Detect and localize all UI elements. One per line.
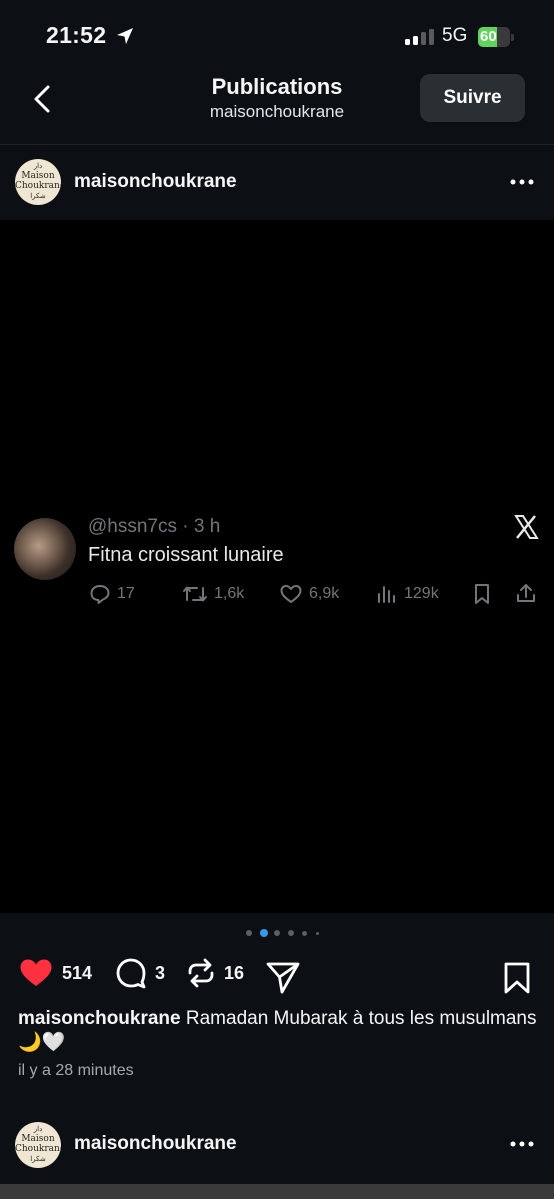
- battery-icon: 60: [478, 27, 514, 47]
- status-bar: 21:52 5G 60: [0, 0, 554, 70]
- carousel-dot: [274, 930, 280, 936]
- comment-button[interactable]: 3: [115, 952, 165, 994]
- heart-filled-icon: [20, 959, 52, 986]
- post-media[interactable]: @hssn7cs · 3 h Fitna croissant lunaire 1…: [0, 220, 554, 913]
- post-caption: maisonchoukrane Ramadan Mubarak à tous l…: [18, 1007, 538, 1055]
- tweet-time: · 3 h: [182, 516, 221, 537]
- page-header: Publications maisonchoukrane Suivre: [0, 70, 554, 145]
- send-icon[interactable]: [265, 957, 301, 999]
- next-post-username[interactable]: maisonchoukrane: [74, 1133, 237, 1155]
- tweet-replies: 17: [89, 582, 135, 606]
- like-button[interactable]: 514: [18, 952, 92, 994]
- like-count: 514: [62, 962, 93, 983]
- more-options-icon[interactable]: [510, 1139, 534, 1149]
- next-post-media-edge: [0, 1184, 554, 1199]
- carousel-dot: [302, 930, 307, 936]
- tweet-views: 129k: [376, 582, 439, 606]
- views-chart-icon: [378, 586, 395, 603]
- repost-icon: [188, 958, 214, 988]
- tweet-handle-line: @hssn7cs · 3 h: [88, 516, 220, 538]
- network-type: 5G: [442, 25, 468, 46]
- post-username[interactable]: maisonchoukrane: [74, 171, 237, 193]
- battery-percent: 60: [480, 28, 497, 45]
- reply-icon: [90, 585, 110, 604]
- post-timestamp: il y a 28 minutes: [18, 1062, 134, 1079]
- more-options-icon[interactable]: [510, 177, 534, 187]
- caption-username[interactable]: maisonchoukrane: [18, 1008, 181, 1029]
- post-header: دار Maison Choukrane شكرا maisonchoukran…: [0, 145, 554, 221]
- carousel-dot: [288, 930, 294, 936]
- avatar[interactable]: دار Maison Choukrane شكرا: [15, 1122, 61, 1168]
- bookmark-outline-icon: [475, 584, 489, 604]
- save-bookmark-icon[interactable]: [503, 957, 531, 999]
- comment-icon: [116, 958, 146, 989]
- heart-outline-icon: [280, 585, 302, 603]
- follow-button[interactable]: Suivre: [420, 74, 525, 122]
- post-actions: 514 3 16: [0, 952, 554, 994]
- share-upload-icon: [517, 584, 535, 602]
- signal-icon: [405, 29, 434, 45]
- carousel-indicator: [0, 929, 554, 940]
- carousel-dot: [316, 931, 319, 935]
- x-logo-icon: [514, 515, 539, 539]
- tweet-avatar: [14, 518, 76, 580]
- status-time: 21:52: [46, 22, 107, 48]
- next-post-header: دار Maison Choukrane شكرا maisonchoukran…: [0, 1106, 554, 1181]
- retweet-icon: [183, 586, 207, 602]
- carousel-dot: [260, 929, 268, 937]
- tweet-likes: 6,9k: [279, 582, 339, 606]
- repost-button[interactable]: 16: [186, 952, 244, 994]
- location-arrow-icon: [117, 28, 133, 44]
- carousel-dot: [246, 930, 252, 936]
- comment-count: 3: [155, 962, 166, 983]
- avatar[interactable]: دار Maison Choukrane شكرا: [15, 159, 61, 205]
- tweet-retweets: 1,6k: [182, 582, 244, 606]
- tweet-handle: @hssn7cs: [88, 516, 177, 537]
- repost-count: 16: [224, 962, 245, 983]
- tweet-text: Fitna croissant lunaire: [88, 544, 284, 566]
